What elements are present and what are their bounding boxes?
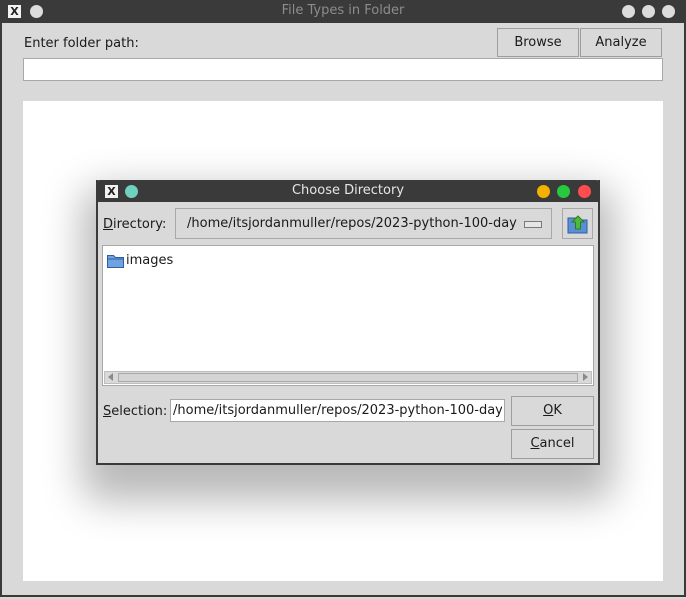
scroll-right-icon[interactable] [583, 373, 588, 381]
ok-button[interactable]: OK [511, 396, 594, 426]
dialog-titlebar[interactable]: X Choose Directory [96, 180, 600, 202]
dropdown-indicator-icon [524, 221, 542, 228]
list-item-label: images [126, 253, 174, 268]
selection-input[interactable]: /home/itsjordanmuller/repos/2023-python-… [170, 399, 505, 422]
selection-label: Selection: [103, 404, 168, 419]
selection-value: /home/itsjordanmuller/repos/2023-python-… [173, 403, 502, 418]
folder-up-icon [567, 215, 588, 234]
minimize-button[interactable] [622, 5, 635, 18]
close-button[interactable] [662, 5, 675, 18]
scrollbar-thumb[interactable] [118, 373, 578, 382]
dialog-title: Choose Directory [291, 183, 405, 198]
window-title: File Types in Folder [281, 3, 405, 18]
folder-icon [107, 255, 124, 268]
analyze-button[interactable]: Analyze [580, 28, 662, 57]
horizontal-scrollbar[interactable] [104, 371, 592, 384]
parent-directory-button[interactable] [562, 208, 593, 239]
directory-listbox[interactable]: images [102, 245, 594, 386]
scroll-left-icon[interactable] [108, 373, 113, 381]
directory-label: Directory: [103, 217, 167, 232]
maximize-button[interactable] [642, 5, 655, 18]
minimize-button[interactable] [537, 185, 550, 198]
maximize-button[interactable] [557, 185, 570, 198]
directory-value: /home/itsjordanmuller/repos/2023-python-… [187, 216, 517, 231]
folder-path-label: Enter folder path: [24, 36, 139, 51]
cancel-button[interactable]: Cancel [511, 429, 594, 459]
browse-button[interactable]: Browse [497, 28, 579, 57]
folder-path-input[interactable] [23, 58, 663, 81]
main-titlebar[interactable]: X File Types in Folder [0, 0, 686, 23]
close-button[interactable] [578, 185, 591, 198]
directory-combobox[interactable]: /home/itsjordanmuller/repos/2023-python-… [175, 208, 552, 239]
